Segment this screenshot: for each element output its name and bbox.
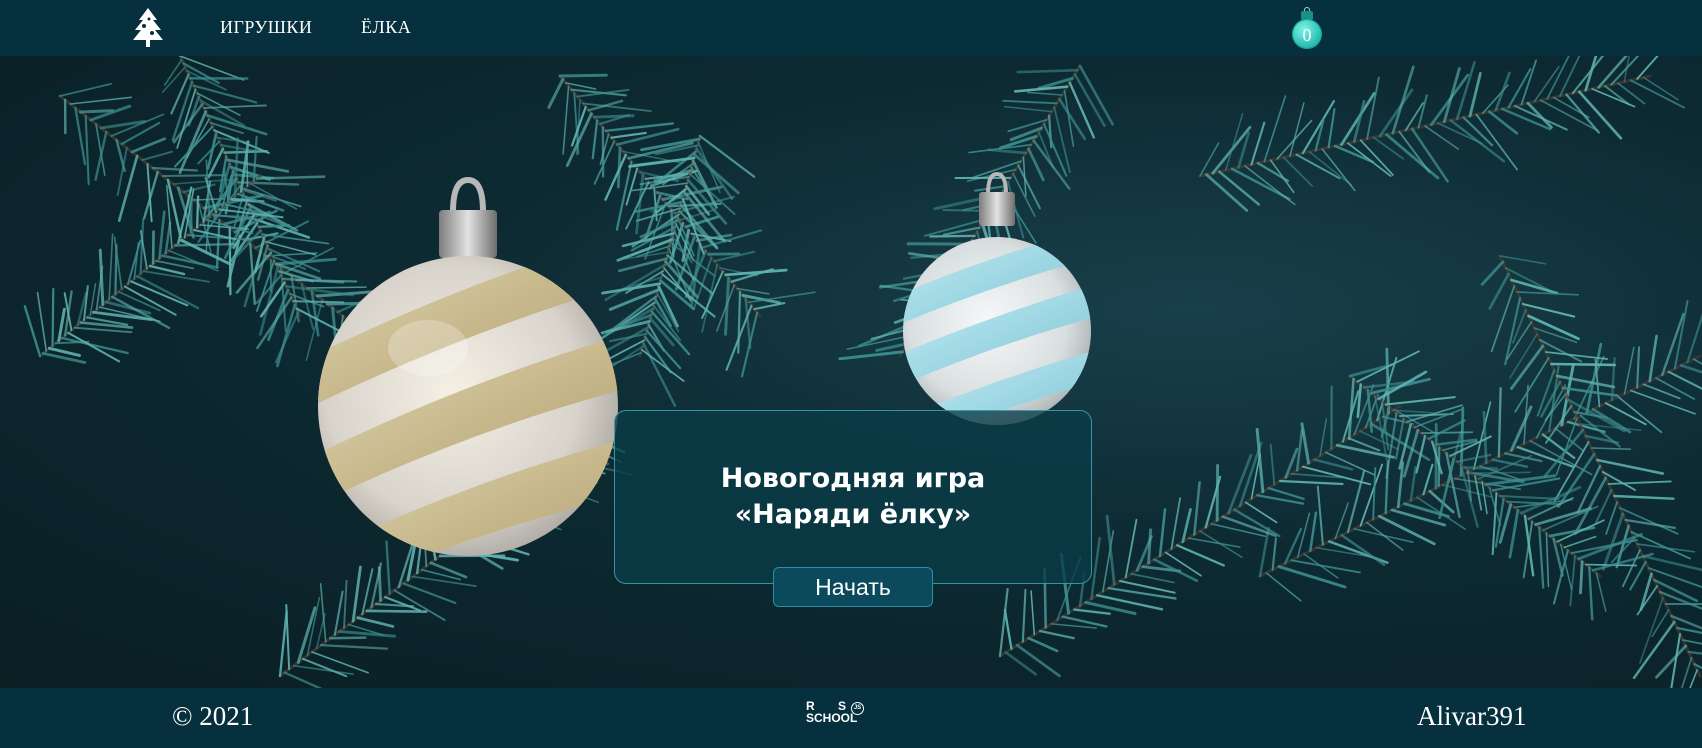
title-card: Новогодняя игра «Наряди ёлку» — [614, 410, 1092, 584]
selected-toys-counter: 0 — [1289, 7, 1325, 51]
header: ИГРУШКИ ЁЛКА 0 — [0, 0, 1702, 56]
christmas-tree-icon[interactable] — [130, 6, 166, 48]
blue-ornament-image — [903, 171, 1091, 425]
game-title-line-2: «Наряди ёлку» — [734, 499, 972, 530]
nav-link-tree[interactable]: ЁЛКА — [361, 17, 411, 38]
rs-logo-word: SCHOOL — [806, 711, 858, 725]
start-button[interactable]: Начать — [773, 567, 933, 607]
footer: © 2021 R S JS SCHOOL Alivar391 — [0, 688, 1702, 748]
author-github-link[interactable]: Alivar391 — [1417, 701, 1526, 732]
copyright-text: © 2021 — [172, 701, 254, 731]
game-title-line-1: Новогодняя игра — [720, 463, 986, 494]
gold-ornament-image — [318, 176, 618, 556]
game-title: Новогодняя игра «Наряди ёлку» — [721, 461, 986, 533]
rs-school-logo[interactable]: R S JS SCHOOL — [804, 698, 872, 734]
counter-value: 0 — [1302, 25, 1312, 45]
nav-link-toys[interactable]: ИГРУШКИ — [220, 17, 312, 38]
